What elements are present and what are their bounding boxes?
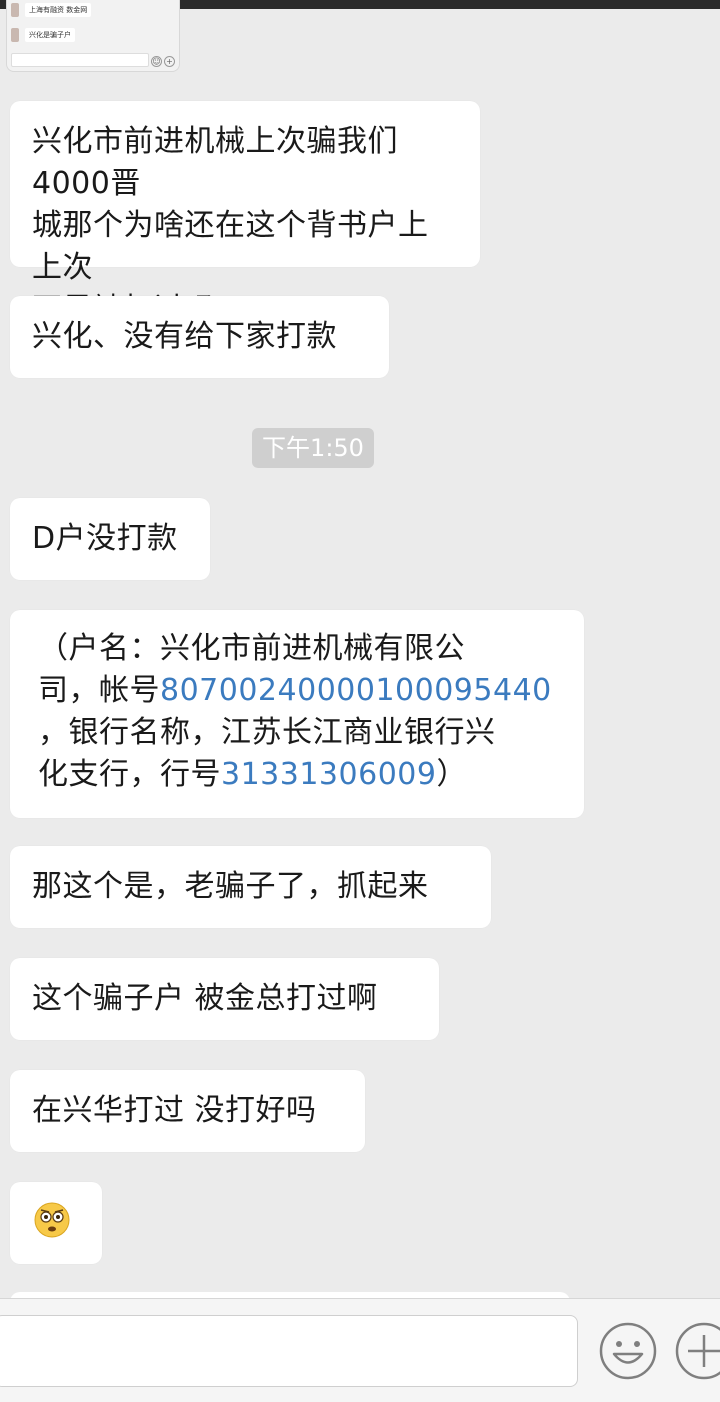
message-text: ） (436, 757, 467, 792)
plus-icon[interactable] (674, 1321, 720, 1381)
shocked-face-emoji (34, 1202, 70, 1238)
thumbnail-message: 上海有融资 数金网 (25, 3, 92, 17)
message-text: 在兴华打过 没打好吗 (32, 1093, 317, 1128)
message-bubble[interactable]: 兴化、没有给下家打款 (10, 296, 389, 378)
message-text-line: ，银行名称，江苏长江商业银行兴 (38, 715, 496, 750)
account-number-link[interactable]: 8070024000010009544​0 (160, 673, 552, 708)
message-text: 兴化、没有给下家打款 (32, 319, 337, 354)
message-text-line: 司，帐号8070024000010009544​0 (38, 670, 562, 712)
thumbnail-row: 上海有融资 数金网 (11, 2, 92, 18)
avatar (11, 28, 19, 42)
message-bubble[interactable]: 那这个是，老骗子了，抓起来 (10, 846, 491, 928)
timestamp-label: 下午1:50 (252, 428, 374, 468)
message-text: 那这个是，老骗子了，抓起来 (32, 869, 429, 904)
message-bubble[interactable]: 这个骗子户 被金总打过啊 (10, 958, 439, 1040)
message-text: 化支行，行号 (38, 757, 221, 792)
message-text-line: 化支行，行号31331306009） (38, 754, 562, 796)
message-input[interactable] (0, 1315, 578, 1387)
thumbnail-input (11, 53, 149, 67)
message-text: 这个骗子户 被金总打过啊 (32, 981, 378, 1016)
message-bubble[interactable]: （户名：兴化市前进机械有限公 司，帐号8070024000010009544​0… (10, 610, 584, 818)
message-bubble[interactable]: 兴化市前进机械上次骗我们4000晋 城那个为啥还在这个背书户上 上次 不是被打过… (10, 101, 480, 327)
message-text: 司，帐号 (38, 673, 160, 708)
message-bubble[interactable]: D户没打款 (10, 498, 210, 580)
thumbnail-row: 兴化是骗子户 (11, 27, 75, 43)
avatar (11, 3, 19, 17)
message-text-line: 兴化市前进机械上次骗我们4000晋 (32, 124, 398, 201)
thumbnail-message: 兴化是骗子户 (25, 28, 75, 42)
message-text-line: 城那个为啥还在这个背书户上 上次 (32, 208, 429, 285)
smiley-icon[interactable] (598, 1321, 658, 1381)
message-text: D户没打款 (32, 521, 178, 556)
message-text-line: （户名：兴化市前进机械有限公 (38, 631, 465, 666)
plus-icon: + (164, 56, 175, 67)
smiley-icon: ☺ (151, 56, 162, 67)
bank-code-link[interactable]: 31331306009 (221, 757, 436, 792)
message-bubble[interactable]: 在兴华打过 没打好吗 (10, 1070, 365, 1152)
chat-input-bar (0, 1298, 720, 1402)
quoted-screenshot-thumbnail[interactable]: 上海有融资 数金网 兴化是骗子户 ☺ + (6, 0, 180, 72)
message-bubble[interactable] (10, 1182, 102, 1264)
